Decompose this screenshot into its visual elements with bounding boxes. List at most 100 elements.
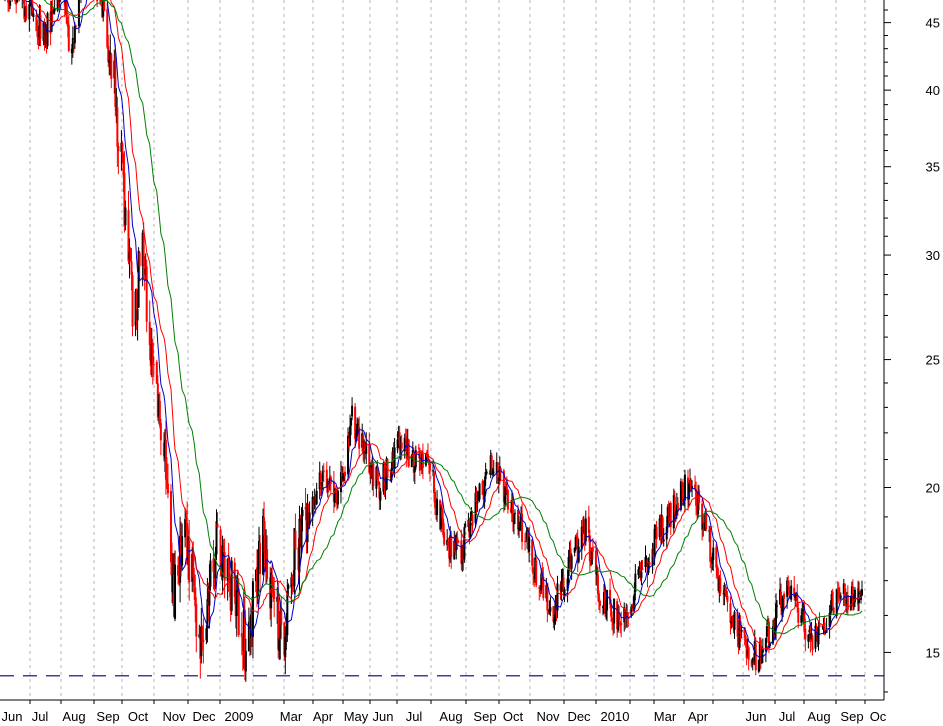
candle-body [832,607,835,614]
candle-body [719,577,722,593]
candle-body [740,630,743,632]
candle-body [372,464,375,487]
x-tick-label: Oct [503,709,524,724]
candle-body [152,364,155,366]
x-tick-label: Jul [32,709,49,724]
candle-body [457,541,460,543]
candle-body [195,604,198,637]
candle-body [117,146,120,152]
candle-body [138,252,141,267]
candle-body [535,560,538,586]
candle-body [598,600,601,607]
candle-body [620,623,623,626]
candle-body [116,107,119,148]
x-tick-label: Jun [746,709,767,724]
candle-body [145,266,148,322]
candle-body [174,564,177,619]
candle-body [124,207,127,226]
candle-body [485,471,488,474]
candle-body [811,635,814,651]
candle-body [712,547,715,561]
candle-body [747,647,750,660]
y-tick-label: 20 [926,481,940,496]
candle-body [32,13,35,17]
x-axis: Jun Jul Aug Sep Oct Nov Dec 2009 Mar Apr May Jun Jul… [2,700,887,724]
candle-body [240,633,243,638]
candle-body [831,591,834,606]
candle-body [436,499,439,516]
candle-body [287,584,290,589]
x-tick-label: Nov [536,709,560,724]
candle-body [733,611,736,630]
candle-body [280,609,283,626]
candle-body [513,512,516,514]
candle-body [726,595,729,603]
candle-body [103,0,106,11]
x-tick-label: Aug [439,709,462,724]
y-tick-label: 15 [926,645,940,660]
candle-body [294,530,297,550]
candle-body [96,0,99,2]
x-tick-label: Oc [870,709,887,724]
x-tick-label: Jul [406,709,423,724]
x-tick-label: Sep [96,709,119,724]
candle-body [443,532,446,545]
candle-body [428,463,431,470]
x-tick-label: 2010 [601,709,630,724]
vertical-gridlines [29,0,866,700]
x-tick-label: Jun [2,709,23,724]
candle-body [166,483,169,494]
candle-body [648,561,651,566]
candle-body [563,589,566,595]
x-tick-label: Jun [373,709,394,724]
candle-body [400,442,403,449]
candle-body [181,536,184,566]
candle-body [478,483,481,500]
candle-body [641,568,644,570]
y-tick-label: 45 [926,16,940,31]
candle-body [506,489,509,510]
candle-body [804,628,807,640]
candle-body [159,423,162,441]
candle-body [9,0,12,6]
candle-body [528,536,531,552]
candle-body [322,470,325,473]
candle-body [209,560,212,587]
candle-body [683,474,686,501]
candle-body [336,490,339,505]
candle-body [492,471,495,473]
candle-body [613,598,616,624]
x-tick-label: Sep [840,709,863,724]
candle-body [58,0,61,2]
candle-body [344,471,347,477]
candle-body [655,526,658,540]
candle-body [640,571,643,579]
x-tick-label: Oct [128,709,149,724]
candle-body [469,522,472,538]
x-tick-label: Nov [162,709,186,724]
candle-body [67,24,70,51]
candle-body [790,585,793,600]
candle-body [421,454,424,468]
candle-body [570,555,573,569]
x-tick-label: Apr [313,709,334,724]
candle-body [861,589,863,596]
candle-body [266,549,269,579]
x-tick-label: Dec [567,709,591,724]
candle-body [709,527,712,562]
x-tick-label: 2009 [225,709,254,724]
y-axis: 152025303540455055 [884,9,940,693]
candle-body [188,540,191,583]
x-tick-label: Dec [192,709,216,724]
x-tick-label: Apr [688,709,709,724]
candle-body [450,536,453,558]
x-tick-label: May [344,709,369,724]
y-tick-label: 40 [926,83,940,98]
y-tick-label: 30 [926,248,940,263]
x-tick-label: Aug [807,709,830,724]
candle-body [259,543,262,575]
candle-body [549,607,552,612]
candle-body [839,595,842,599]
stock-price-chart: 152025303540455055 JunJulAugSepOctNovDec… [0,0,940,724]
candle-body [471,514,474,526]
